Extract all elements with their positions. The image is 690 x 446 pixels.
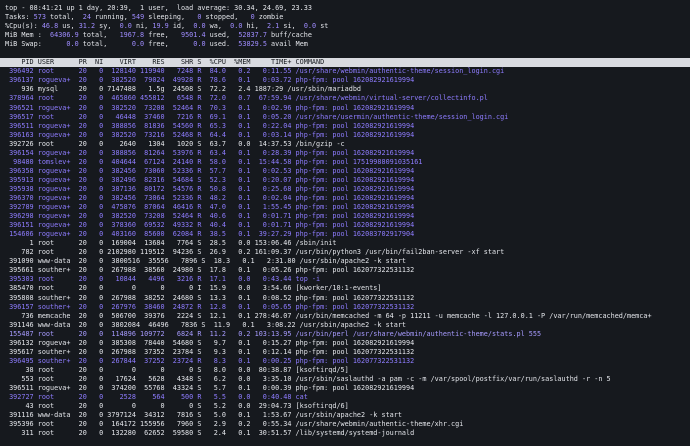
process-row: 396151 rogueva+ 20 0 378360 69532 49332 … — [5, 221, 415, 230]
summary-label: running, — [90, 13, 132, 22]
summary-label: Tasks: — [5, 13, 34, 22]
summary-label: buff/cache — [266, 31, 312, 40]
process-row: 391116 www-data 20 0 3797124 34312 7816 … — [5, 411, 402, 420]
process-row: 395938 rogueva+ 20 0 387136 80172 54576 … — [5, 184, 415, 193]
process-row: 391090 www-data 20 0 3800516 35556 7896 … — [5, 257, 407, 266]
summary-value: 0.0 — [193, 22, 206, 31]
process-table-header: PID USER PR NI VIRT RES SHR S %CPU %MEM … — [0, 58, 690, 68]
tasks-line: Tasks: 573 total, 24 running, 549 sleepi… — [5, 13, 685, 22]
summary-value: 64306.9 — [50, 31, 79, 40]
process-row: 396163 rogueva+ 20 0 382520 73216 52468 … — [5, 130, 415, 139]
summary-label: MiB Swap: — [5, 40, 67, 49]
summary-value: 9501.4 — [181, 31, 206, 40]
process-row: 553 root 20 0 17624 5628 4348 S 6.2 0.0 … — [5, 374, 611, 383]
summary-value: 0.0 — [193, 40, 206, 49]
process-row: 736 memcache 20 0 506700 39376 2224 S 12… — [5, 311, 652, 320]
summary-label: us, — [58, 22, 79, 31]
summary-label: free, — [144, 31, 181, 40]
process-row: 396521 rogueva+ 20 0 382520 73208 52464 … — [5, 103, 415, 112]
process-row: 396511 rogueva+ 20 0 388856 81836 54560 … — [5, 121, 415, 130]
process-row: 1 root 20 0 169004 13684 7764 S 28.5 0.0… — [5, 239, 337, 248]
summary-label: total, — [45, 13, 83, 22]
process-row: 782 root 20 0 2102980 119512 94236 S 26.… — [5, 248, 505, 257]
cpu-line: %Cpu(s): 46.8 us, 31.2 sy, 0.0 ni, 19.9 … — [5, 22, 685, 31]
summary-value: 549 — [131, 13, 145, 22]
terminal-window[interactable]: top - 08:41:21 up 1 day, 20:39, 1 user, … — [0, 0, 690, 446]
summary-label: avail Mem — [266, 40, 308, 49]
process-row: 392727 root 20 0 2528 564 500 R 5.5 0.0 … — [5, 393, 308, 402]
summary-value: 19.9 — [152, 22, 169, 31]
process-row: 395617 souther+ 20 0 267988 37352 23784 … — [5, 347, 415, 356]
process-row: 385470 root 20 0 0 0 0 I 15.9 0.0 3:54.6… — [5, 284, 382, 293]
process-row: 391146 www-data 20 0 3802084 46496 7836 … — [5, 320, 407, 329]
process-row: 311 root 20 0 132280 62652 59580 S 2.4 0… — [5, 429, 415, 438]
summary-label: top - 08:41:21 up 1 day, 20:39, 1 user, … — [5, 4, 312, 12]
process-row: 396298 rogueva+ 20 0 382520 73208 52464 … — [5, 212, 415, 221]
summary-value: 2.1 — [267, 22, 280, 31]
process-row: 396495 souther+ 20 0 267844 37252 23724 … — [5, 356, 415, 365]
summary-label: si, — [279, 22, 304, 31]
process-row: 98480 tomslev+ 20 0 404644 67124 24140 R… — [5, 157, 423, 166]
process-row: 395913 rogueva+ 20 0 382496 82316 54684 … — [5, 175, 415, 184]
summary-value: 1967.8 — [119, 31, 145, 40]
summary-value: 24 — [82, 13, 91, 22]
summary-value: 53829.5 — [238, 40, 267, 49]
summary-value: 0.0 — [230, 22, 243, 31]
summary-label: wa, — [205, 22, 231, 31]
summary-label: total, — [78, 40, 132, 49]
process-row: 43 root 20 0 0 0 0 S 5.2 0.0 29:04.73 [k… — [5, 402, 349, 411]
process-row: 396370 rogueva+ 20 0 382456 73064 52336 … — [5, 193, 415, 202]
summary-label: hi, — [242, 22, 267, 31]
summary-label: free, — [144, 40, 194, 49]
top-summary: top - 08:41:21 up 1 day, 20:39, 1 user, … — [5, 4, 685, 49]
process-row: 392726 root 20 0 2640 1304 1020 S 63.7 0… — [5, 139, 345, 148]
summary-value: 31.2 — [78, 22, 96, 31]
process-row: 396137 rogueva+ 20 0 382520 79024 49928 … — [5, 76, 415, 85]
summary-label: stopped, — [201, 13, 251, 22]
process-row: 378964 root 20 0 465860 455812 6548 R 72… — [5, 94, 488, 103]
summary-label: zombie — [254, 13, 284, 22]
summary-label: sleeping, — [144, 13, 198, 22]
summary-value: 46.8 — [41, 22, 59, 31]
process-row: 395303 root 20 0 10844 4496 3216 R 17.1 … — [5, 275, 321, 284]
process-row: 395808 souther+ 20 0 267988 38252 24680 … — [5, 293, 415, 302]
summary-label: MiB Mem : — [5, 31, 51, 40]
summary-label: st — [316, 22, 329, 31]
process-row: 396358 rogueva+ 20 0 382456 73060 52336 … — [5, 166, 415, 175]
mem-line: MiB Mem : 64306.9 total, 1967.8 free, 95… — [5, 31, 685, 40]
process-row: 395661 souther+ 20 0 267988 38560 24980 … — [5, 266, 415, 275]
swap-line: MiB Swap: 0.0 total, 0.0 free, 0.0 used.… — [5, 40, 685, 49]
summary-value: 52837.7 — [238, 31, 267, 40]
process-row: 396157 souther+ 20 0 267976 38460 24872 … — [5, 302, 415, 311]
summary-label: %Cpu(s): — [5, 22, 42, 31]
summary-value: 0.0 — [119, 22, 132, 31]
summary-label: used. — [205, 40, 239, 49]
process-row: 392789 rogueva+ 20 0 475876 87064 46416 … — [5, 203, 415, 212]
process-row: 154606 rogueva+ 20 0 403160 85600 62084 … — [5, 230, 415, 239]
uptime-load-line: top - 08:41:21 up 1 day, 20:39, 1 user, … — [5, 4, 685, 13]
summary-label: id, — [168, 22, 194, 31]
process-row: 396154 rogueva+ 20 0 388856 81264 53976 … — [5, 148, 415, 157]
summary-label: used, — [205, 31, 239, 40]
process-table: 396492 root 20 0 128140 119940 7248 R 84… — [5, 67, 685, 438]
summary-label: ni, — [131, 22, 153, 31]
summary-label: total, — [78, 31, 120, 40]
process-row: 396492 root 20 0 128140 119940 7248 R 84… — [5, 67, 505, 76]
process-row: 155487 root 20 0 114896 109772 6824 R 11… — [5, 329, 542, 338]
summary-value: 0.0 — [66, 40, 79, 49]
summary-value: 0.0 — [131, 40, 145, 49]
summary-value: 573 — [33, 13, 46, 22]
process-row: 396517 root 20 0 46448 37460 7216 R 69.1… — [5, 112, 509, 121]
summary-value: 0.0 — [303, 22, 317, 31]
process-row: 38 root 20 0 0 0 0 S 8.0 0.0 80:38.87 [k… — [5, 365, 349, 374]
process-row: 396511 rogueva+ 20 0 374200 55768 43324 … — [5, 383, 415, 392]
process-row: 396132 rogueva+ 20 0 385308 78440 54680 … — [5, 338, 415, 347]
process-row: 395396 root 20 0 164172 155956 7960 S 2.… — [5, 420, 464, 429]
process-row: 936 mysql 20 0 7147488 1.5g 24508 S 72.2… — [5, 85, 362, 94]
summary-label: sy, — [95, 22, 120, 31]
